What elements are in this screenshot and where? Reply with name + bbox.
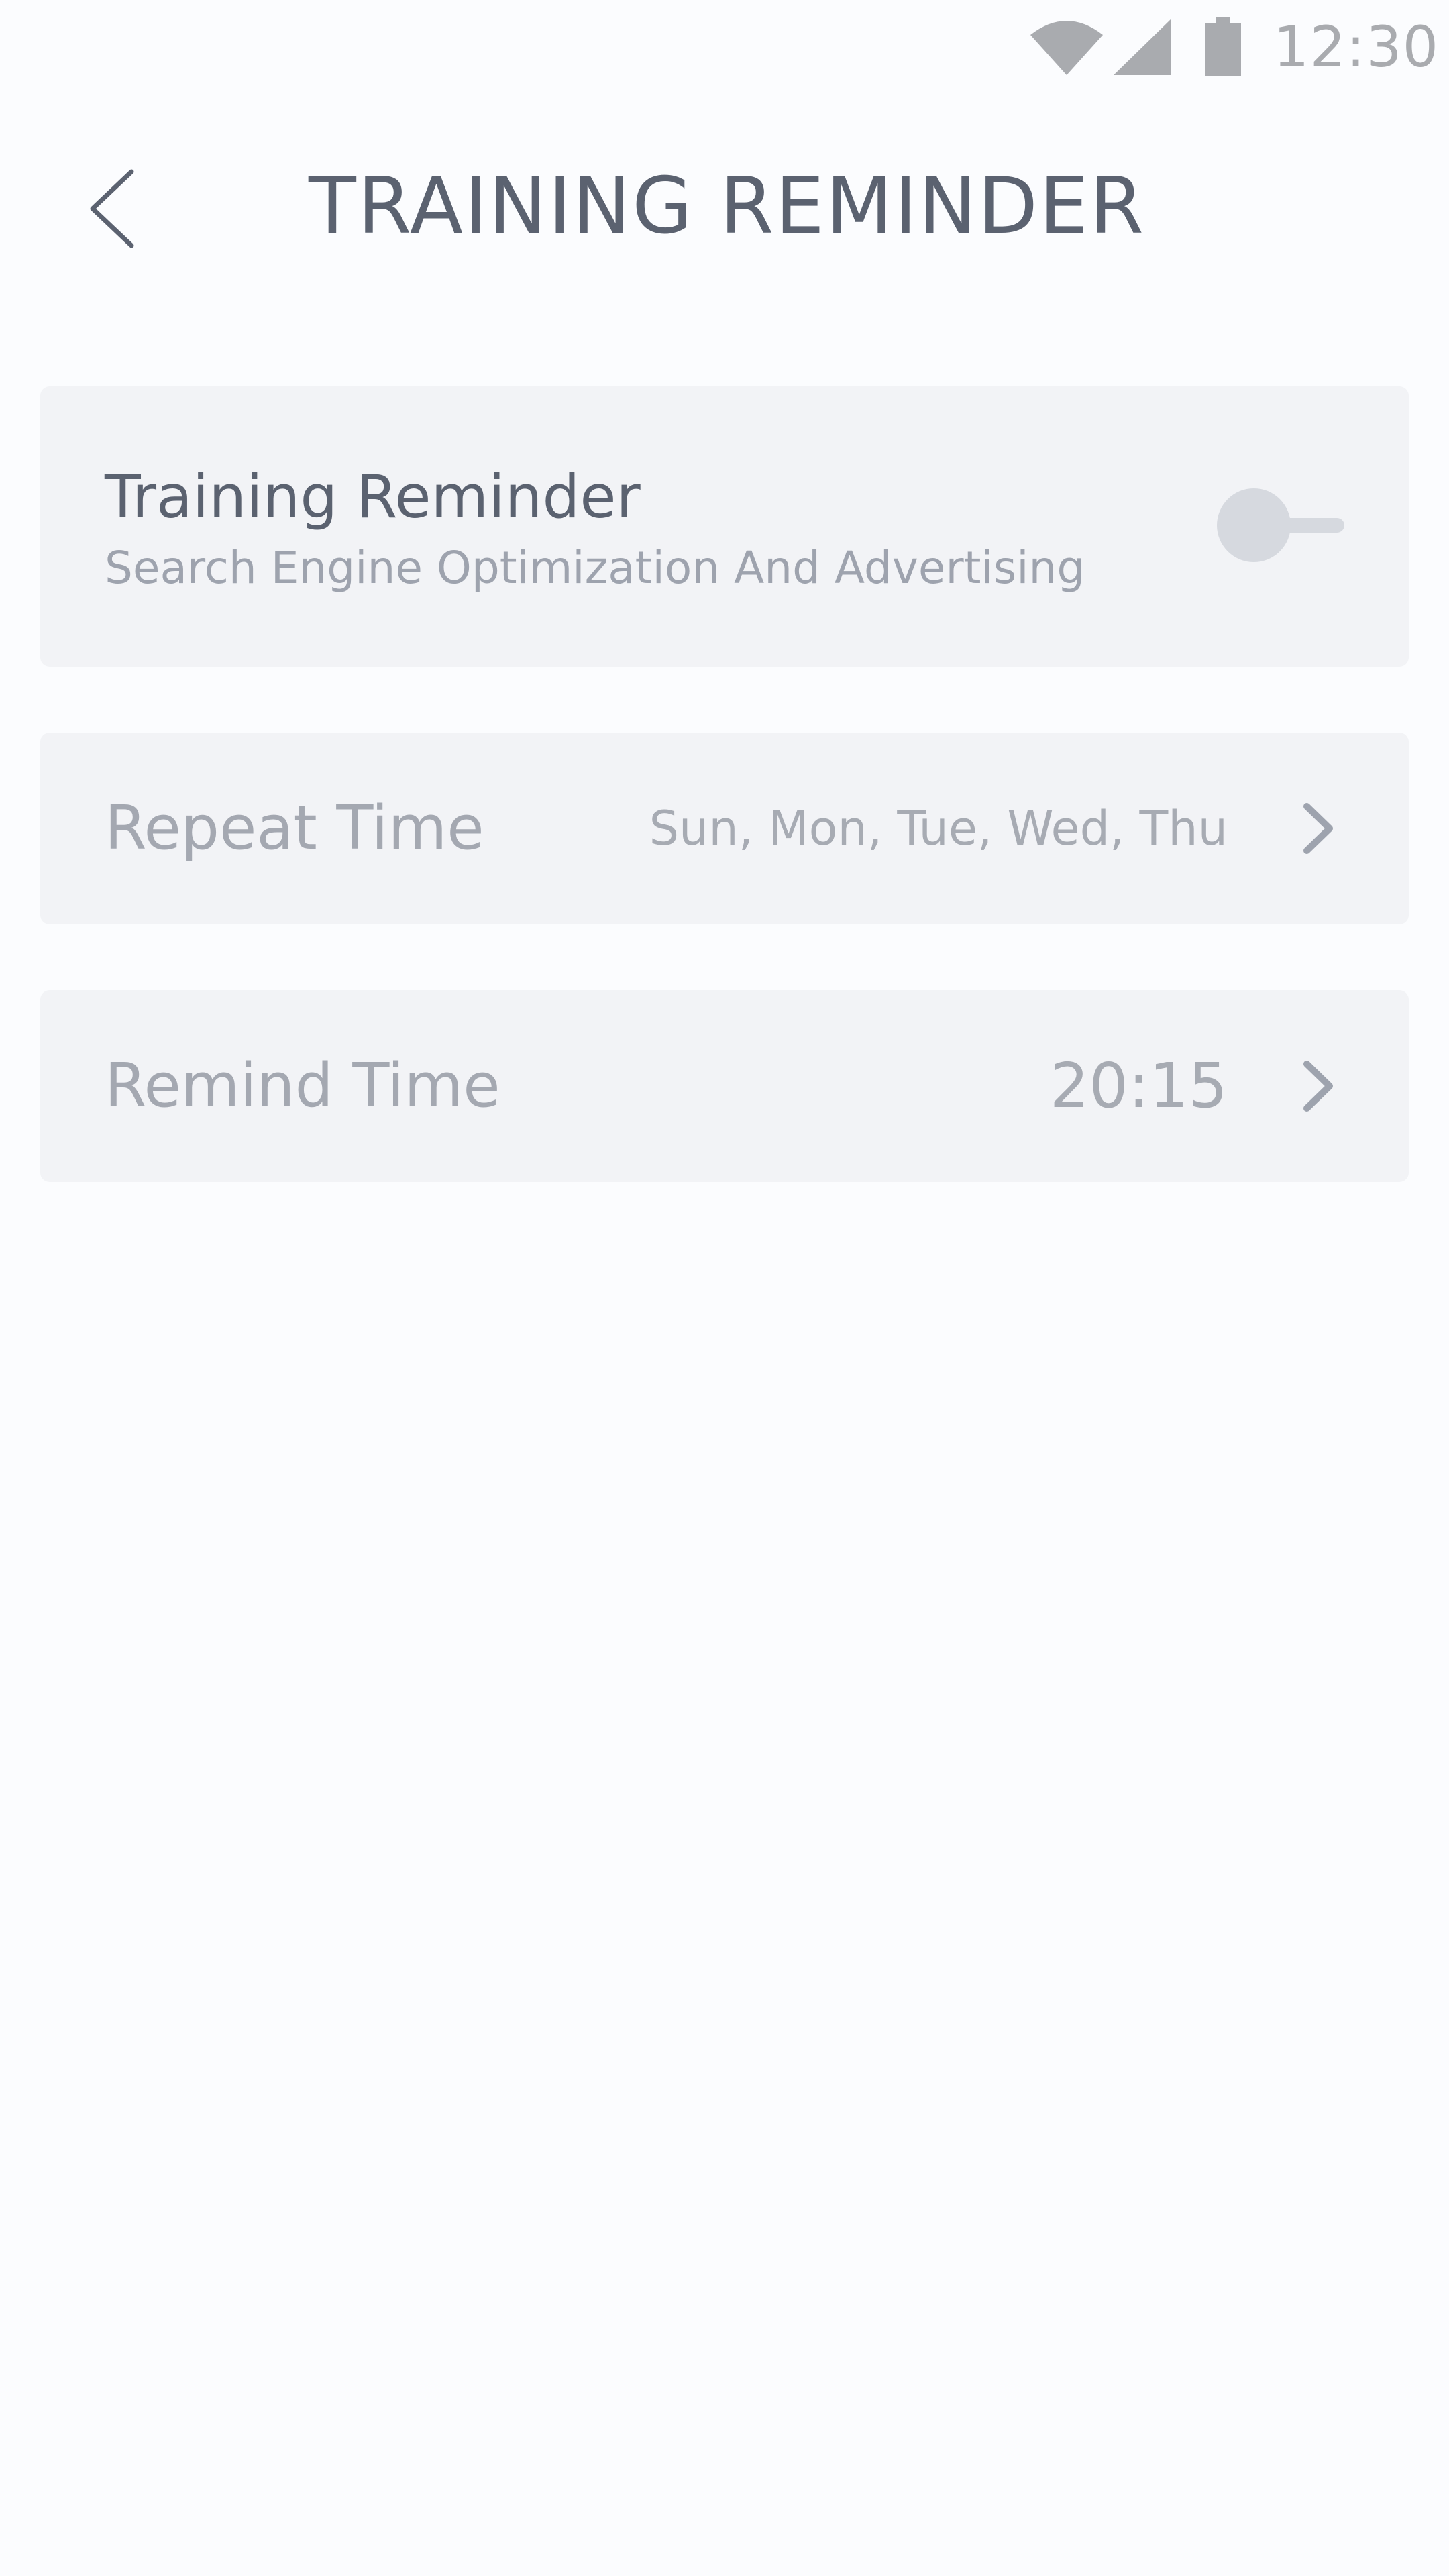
chevron-left-icon [90,169,134,248]
reminder-subtitle: Search Engine Optimization And Advertisi… [105,542,1085,594]
header: TRAINING REMINDER [0,127,1449,288]
toggle-knob [1217,488,1291,562]
wifi-icon [1030,21,1103,75]
repeat-time-label: Repeat Time [105,793,484,863]
status-clock: 12:30 [1273,14,1440,80]
reminder-title: Training Reminder [105,462,641,531]
battery-icon [1205,17,1241,76]
repeat-time-value: Sun, Mon, Tue, Wed, Thu [649,801,1228,856]
chevron-right-icon [1295,798,1342,859]
signal-icon [1114,19,1171,75]
repeat-time-row[interactable]: Repeat Time Sun, Mon, Tue, Wed, Thu [40,733,1409,924]
remind-time-row[interactable]: Remind Time 20:15 [40,990,1409,1182]
status-bar: 12:30 [0,0,1449,101]
chevron-right-icon [1295,1056,1342,1116]
remind-time-label: Remind Time [105,1051,500,1121]
remind-time-value: 20:15 [1049,1050,1228,1122]
back-button[interactable] [78,165,152,252]
reminder-toggle[interactable] [1217,487,1344,564]
page-title: TRAINING REMINDER [309,161,1146,252]
training-reminder-card: Training Reminder Search Engine Optimiza… [40,386,1409,667]
